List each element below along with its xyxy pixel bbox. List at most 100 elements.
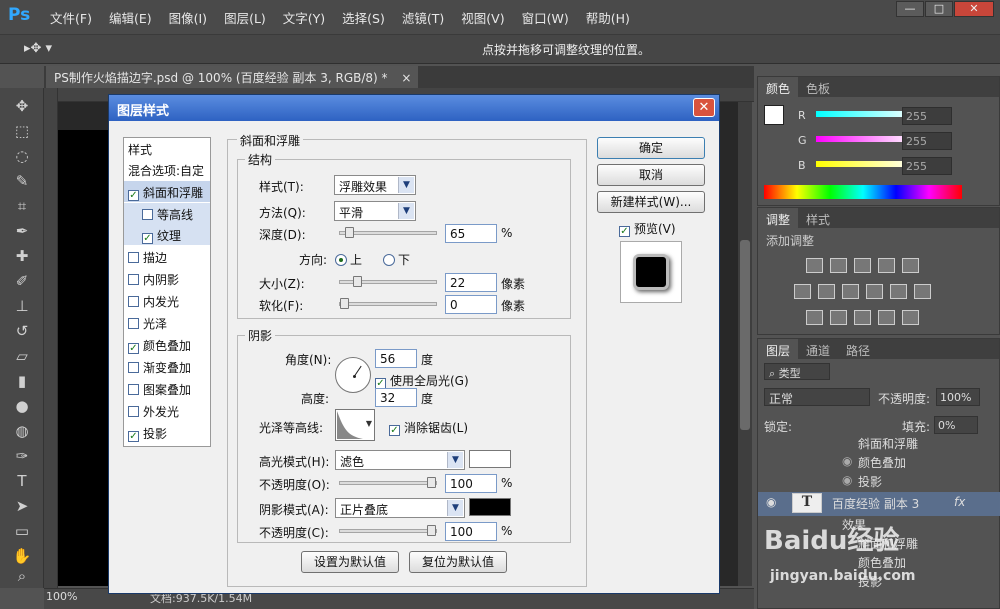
menu-type[interactable]: 文字(Y) (283, 8, 325, 27)
depth-slider-thumb[interactable] (345, 227, 354, 238)
curves-icon[interactable] (854, 258, 871, 273)
opacity-value[interactable]: 100% (936, 388, 980, 406)
checkbox[interactable] (128, 252, 139, 263)
direction-down-radio[interactable]: 下 (383, 251, 410, 268)
style-item-bevel[interactable]: ✓ 斜面和浮雕 (124, 181, 210, 202)
checkbox[interactable] (128, 296, 139, 307)
stamp-tool-icon[interactable]: ⊥ (10, 296, 34, 316)
style-item-color-overlay[interactable]: ✓ 颜色叠加 (124, 334, 210, 355)
vibrance-icon[interactable] (902, 258, 919, 273)
tab-styles[interactable]: 样式 (798, 208, 838, 228)
eye-icon[interactable]: ◉ (842, 454, 852, 468)
highlight-color-swatch[interactable] (469, 450, 511, 468)
eye-icon[interactable]: ◉ (766, 495, 776, 509)
blending-options-item[interactable]: 混合选项:自定 (124, 159, 210, 180)
document-tab[interactable]: PS制作火焰描边字.psd @ 100% (百度经验 副本 3, RGB/8) … (46, 66, 418, 88)
menu-window[interactable]: 窗口(W) (522, 8, 569, 27)
quick-select-tool-icon[interactable]: ✎ (10, 171, 34, 191)
soften-slider[interactable] (339, 298, 437, 309)
shadow-opacity-thumb[interactable] (427, 525, 436, 536)
layer-effect-row[interactable]: ◉ 投影 (758, 473, 1000, 492)
style-item-inner-glow[interactable]: 内发光 (124, 290, 210, 311)
angle-dial[interactable] (335, 357, 371, 393)
radio-button[interactable] (383, 254, 395, 266)
menu-help[interactable]: 帮助(H) (586, 8, 630, 27)
green-slider[interactable] (816, 136, 916, 142)
tab-color[interactable]: 颜色 (758, 77, 799, 97)
color-lookup-icon[interactable] (914, 284, 931, 299)
make-default-button[interactable]: 设置为默认值 (301, 551, 399, 573)
color-balance-icon[interactable] (818, 284, 835, 299)
tab-paths[interactable]: 路径 (838, 339, 878, 359)
menu-view[interactable]: 视图(V) (461, 8, 504, 27)
style-item-contour[interactable]: 等高线 (124, 203, 210, 224)
style-item-outer-glow[interactable]: 外发光 (124, 400, 210, 421)
highlight-opacity-slider[interactable] (339, 477, 437, 488)
healing-tool-icon[interactable]: ✚ (10, 246, 34, 266)
soften-input[interactable]: 0 (445, 295, 497, 314)
gradient-map-icon[interactable] (902, 310, 919, 325)
path-select-tool-icon[interactable]: ➤ (10, 496, 34, 516)
color-spectrum-bar[interactable] (764, 185, 962, 199)
close-window-button[interactable]: ✕ (954, 1, 994, 17)
shadow-opacity-slider[interactable] (339, 525, 437, 536)
foreground-color-swatch[interactable] (764, 105, 784, 125)
history-brush-icon[interactable]: ↺ (10, 321, 34, 341)
menu-edit[interactable]: 编辑(E) (109, 8, 152, 27)
gloss-contour-picker[interactable]: ▼ (335, 409, 375, 441)
soften-slider-thumb[interactable] (340, 298, 349, 309)
tab-adjustments[interactable]: 调整 (758, 208, 799, 228)
type-tool-icon[interactable]: T (10, 471, 34, 491)
ok-button[interactable]: 确定 (597, 137, 705, 159)
checkbox[interactable]: ✓ (389, 425, 400, 436)
technique-select[interactable]: 平滑 ▼ (334, 201, 416, 221)
global-light-checkbox[interactable]: ✓ 使用全局光(G) (375, 372, 469, 389)
hand-tool-icon[interactable]: ✋ (10, 546, 34, 566)
angle-input[interactable]: 56 (375, 349, 417, 368)
lasso-tool-icon[interactable]: ◌ (10, 146, 34, 166)
tab-swatches[interactable]: 色板 (798, 77, 838, 97)
brightness-icon[interactable] (806, 258, 823, 273)
shadow-mode-select[interactable]: 正片叠底 ▼ (335, 498, 465, 518)
menu-image[interactable]: 图像(I) (169, 8, 207, 27)
brush-tool-icon[interactable]: ✐ (10, 271, 34, 291)
radio-button[interactable] (335, 254, 347, 266)
layer-filter-select[interactable]: ⌕ 类型 (764, 363, 830, 380)
checkbox[interactable]: ✓ (128, 431, 139, 442)
depth-slider[interactable] (339, 227, 437, 238)
cancel-button[interactable]: 取消 (597, 164, 705, 186)
style-list-header[interactable]: 样式 (124, 138, 210, 159)
hue-saturation-icon[interactable] (794, 284, 811, 299)
checkbox[interactable] (128, 362, 139, 373)
highlight-opacity-input[interactable]: 100 (445, 474, 497, 493)
checkbox[interactable]: ✓ (128, 190, 139, 201)
blend-mode-select[interactable]: 正常 (764, 388, 870, 406)
style-item-texture[interactable]: ✓ 纹理 (124, 224, 210, 245)
size-slider-thumb[interactable] (353, 276, 362, 287)
zoom-level[interactable]: 100% (46, 590, 77, 603)
layer-effect-row[interactable]: 斜面和浮雕 (758, 435, 1000, 454)
dodge-tool-icon[interactable]: ◍ (10, 421, 34, 441)
threshold-icon[interactable] (854, 310, 871, 325)
green-value[interactable]: 255 (902, 132, 952, 150)
tab-layers[interactable]: 图层 (758, 339, 799, 359)
style-item-drop-shadow[interactable]: ✓ 投影 (124, 422, 210, 443)
fx-icon[interactable]: fx (954, 495, 965, 509)
checkbox[interactable] (142, 209, 153, 220)
layer-name[interactable]: 百度经验 副本 3 (832, 495, 919, 512)
blue-slider[interactable] (816, 161, 916, 167)
fill-value[interactable]: 0% (934, 416, 978, 434)
blur-tool-icon[interactable]: ● (10, 396, 34, 416)
pen-tool-icon[interactable]: ✑ (10, 446, 34, 466)
menu-layer[interactable]: 图层(L) (224, 8, 266, 27)
menu-filter[interactable]: 滤镜(T) (402, 8, 444, 27)
dialog-close-button[interactable]: ✕ (693, 98, 715, 117)
highlight-opacity-thumb[interactable] (427, 477, 436, 488)
eyedropper-tool-icon[interactable]: ✒ (10, 221, 34, 241)
layer-row-selected[interactable]: ◉ T 百度经验 副本 3 fx (758, 492, 1000, 516)
shadow-color-swatch[interactable] (469, 498, 511, 516)
crop-tool-icon[interactable]: ⌗ (10, 196, 34, 216)
size-input[interactable]: 22 (445, 273, 497, 292)
maximize-button[interactable]: □ (925, 1, 953, 17)
checkbox[interactable]: ✓ (619, 226, 630, 237)
